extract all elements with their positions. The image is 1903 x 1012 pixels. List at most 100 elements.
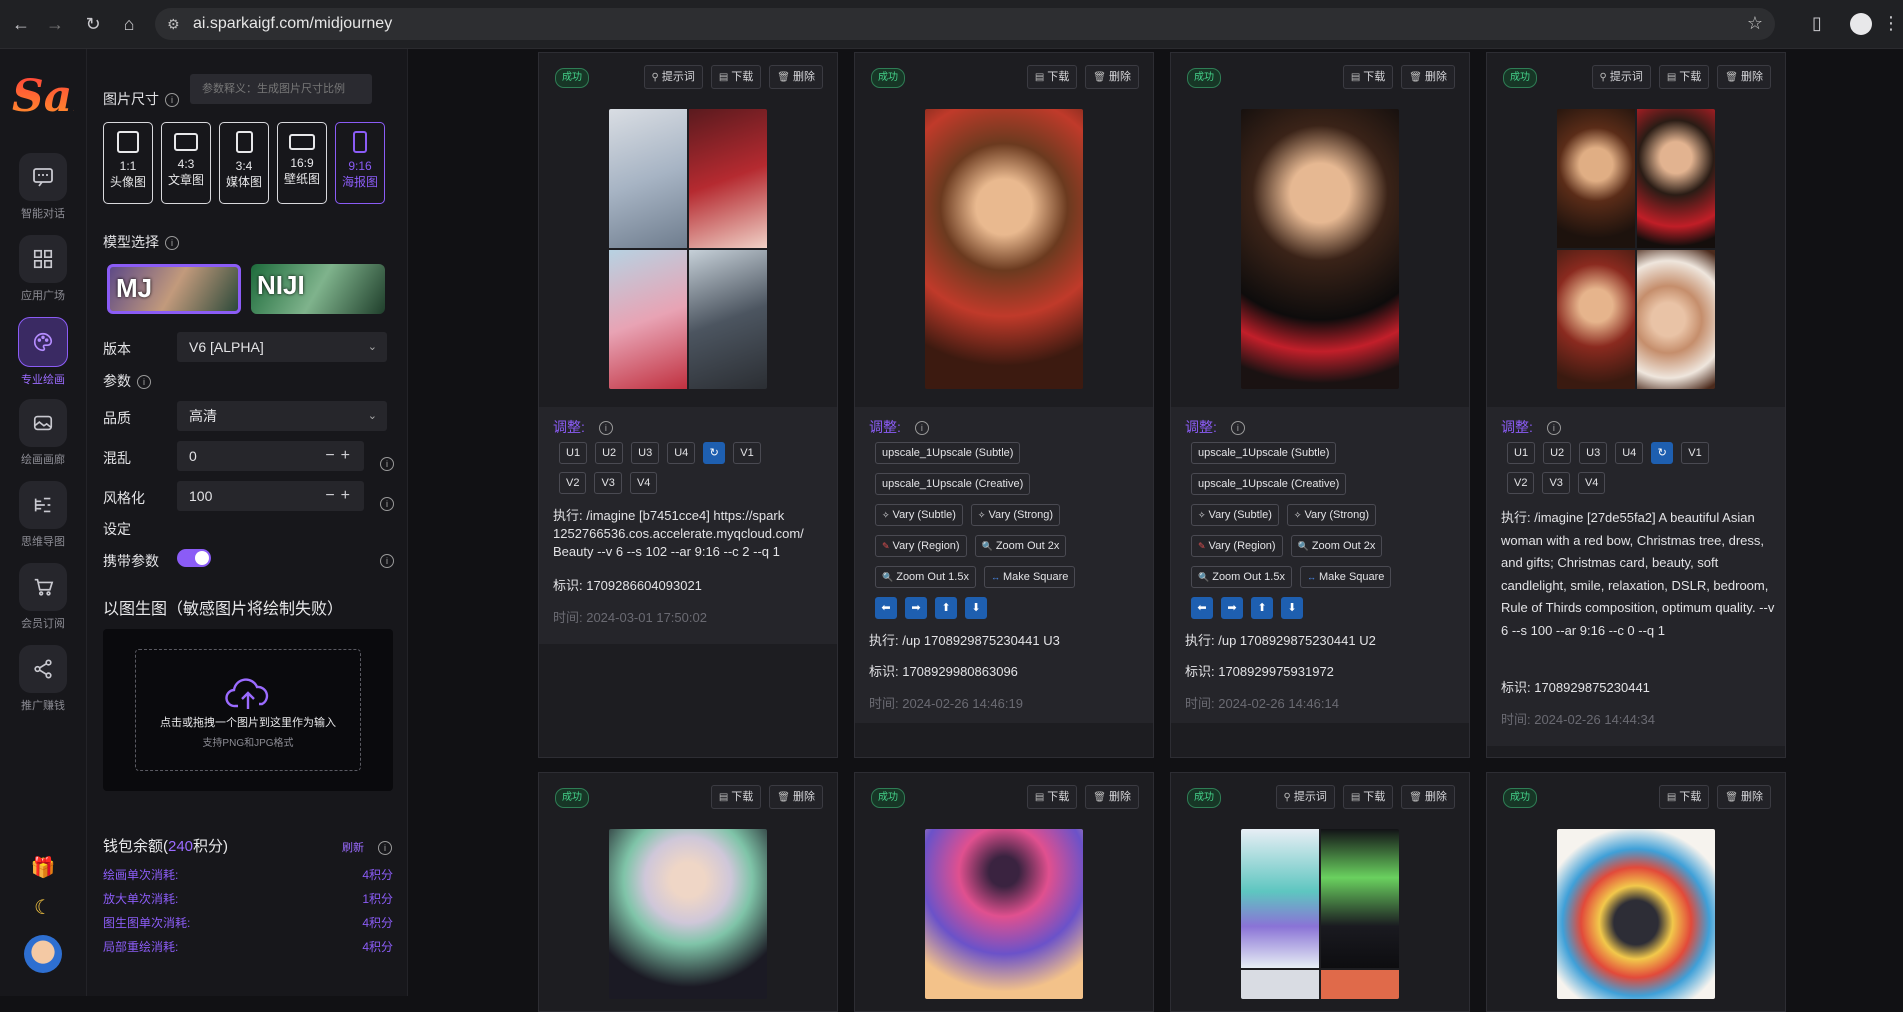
v3-button[interactable]: V3 [594,472,622,494]
info-icon[interactable]: i [380,497,394,511]
pan-up-icon[interactable]: ⬆ [1251,597,1273,619]
info-icon[interactable]: i [165,93,179,108]
u2-button[interactable]: U2 [595,442,624,464]
ratio-4-3[interactable]: 4:3 文章图 [161,122,211,204]
info-icon[interactable]: i [380,457,394,471]
vary-region-button[interactable]: ✎ Vary (Region) [1191,535,1283,557]
prompt-button[interactable]: ⚲ 提示词 [1591,65,1651,89]
generated-image[interactable] [609,829,767,999]
info-icon[interactable]: i [378,841,392,856]
zoom-1-5x-button[interactable]: 🔍 Zoom Out 1.5x [1191,566,1292,588]
v4-button[interactable]: V4 [629,472,658,494]
v2-button[interactable]: V2 [559,472,587,494]
ratio-3-4[interactable]: 3:4 媒体图 [219,122,269,204]
reroll-icon[interactable]: ↻ [703,442,726,464]
zoom-1-5x-button[interactable]: 🔍 Zoom Out 1.5x [875,566,976,588]
ratio-1-1[interactable]: 1:1 头像图 [103,122,153,204]
vary-subtle-button[interactable]: ✧ Vary (Subtle) [1191,504,1279,526]
vary-strong-button[interactable]: ✧ Vary (Strong) [970,504,1061,526]
generated-image[interactable] [1241,109,1399,389]
v1-button[interactable]: V1 [733,442,761,464]
u1-button[interactable]: U1 [559,442,588,464]
vary-region-button[interactable]: ✎ Vary (Region) [875,535,967,557]
pan-left-icon[interactable]: ⬅ [875,597,897,619]
back-icon[interactable]: ← [10,13,32,35]
refresh-label[interactable]: 刷新 [342,842,364,854]
u1-button[interactable]: U1 [1507,442,1536,464]
info-icon[interactable]: i [1546,421,1561,436]
upscale-creative-button[interactable]: upscale_1Upscale (Creative) [1191,473,1347,495]
delete-button[interactable]: 🗑 删除 [769,65,823,89]
chaos-input[interactable]: 0 −+ [177,441,364,471]
generated-image[interactable] [1557,829,1715,999]
v3-button[interactable]: V3 [1542,472,1570,494]
prompt-button[interactable]: ⚲ 提示词 [1275,785,1335,809]
make-square-button[interactable]: ↔ Make Square [1299,566,1392,588]
upload-dropzone[interactable]: 点击或拖拽一个图片到这里作为输入 支持PNG和JPG格式 [103,629,393,791]
v2-button[interactable]: V2 [1507,472,1535,494]
upscale-subtle-button[interactable]: upscale_1Upscale (Subtle) [875,442,1021,464]
generated-image[interactable] [925,109,1083,389]
ratio-9-16[interactable]: 9:16 海报图 [335,122,385,204]
menu-dots-icon[interactable]: ⋮ [1882,13,1900,34]
u3-button[interactable]: U3 [631,442,660,464]
zoom-2x-button[interactable]: 🔍 Zoom Out 2x [974,535,1067,557]
model-niji[interactable]: NIJI [251,264,385,314]
info-icon[interactable]: i [1230,421,1245,436]
download-button[interactable]: ▤ 下载 [1658,65,1710,89]
make-square-button[interactable]: ↔ Make Square [983,566,1076,588]
delete-button[interactable]: 🗑 删除 [1717,785,1771,809]
home-icon[interactable]: ⌂ [118,13,140,35]
pan-right-icon[interactable]: ➡ [905,597,927,619]
download-button[interactable]: ▤ 下载 [1658,785,1710,809]
vary-subtle-button[interactable]: ✧ Vary (Subtle) [875,504,963,526]
upscale-subtle-button[interactable]: upscale_1Upscale (Subtle) [1191,442,1337,464]
generated-image-grid[interactable] [1241,829,1399,999]
quality-select[interactable]: 高清 ⌄ [177,401,387,431]
prompt-button[interactable]: ⚲ 提示词 [643,65,703,89]
carry-params-toggle[interactable] [177,549,211,567]
nav-pro-drawing[interactable]: 专业绘画 [11,317,75,387]
nav-membership[interactable]: 会员订阅 [11,563,75,631]
sidepanel-icon[interactable]: ▯ [1812,13,1822,34]
download-button[interactable]: ▤ 下载 [1026,65,1078,89]
nav-apps[interactable]: 应用广场 [11,235,75,303]
refresh-link[interactable]: 刷新 i [342,839,392,856]
download-button[interactable]: ▤ 下载 [1342,785,1394,809]
u3-button[interactable]: U3 [1579,442,1608,464]
download-button[interactable]: ▤ 下载 [1342,65,1394,89]
download-button[interactable]: ▤ 下载 [710,785,762,809]
url-text[interactable]: ai.sparkaigf.com/midjourney [193,15,392,33]
version-select[interactable]: V6 [ALPHA] ⌄ [177,332,387,362]
site-settings-icon[interactable]: ⚙ [167,15,185,33]
info-icon[interactable]: i [165,236,179,251]
info-icon[interactable]: i [137,375,151,390]
pan-right-icon[interactable]: ➡ [1221,597,1243,619]
pan-left-icon[interactable]: ⬅ [1191,597,1213,619]
delete-button[interactable]: 🗑 删除 [1401,785,1455,809]
generated-image-grid[interactable] [1557,109,1715,389]
nav-gallery[interactable]: 绘画画廊 [11,399,75,467]
nav-chat[interactable]: 智能对话 [11,153,75,221]
v4-button[interactable]: V4 [1577,472,1606,494]
zoom-2x-button[interactable]: 🔍 Zoom Out 2x [1290,535,1383,557]
pan-up-icon[interactable]: ⬆ [935,597,957,619]
download-button[interactable]: ▤ 下载 [710,65,762,89]
gift-icon[interactable]: 🎁 [0,855,86,880]
nav-mindmap[interactable]: 思维导图 [11,481,75,549]
stepper-icon[interactable]: −+ [325,441,356,471]
pan-down-icon[interactable]: ⬇ [965,597,987,619]
generated-image[interactable] [925,829,1083,999]
moon-icon[interactable]: ☾ [0,895,86,920]
u4-button[interactable]: U4 [1615,442,1644,464]
u2-button[interactable]: U2 [1543,442,1572,464]
user-avatar[interactable] [0,935,86,973]
forward-icon[interactable]: → [44,13,66,35]
delete-button[interactable]: 🗑 删除 [1717,65,1771,89]
nav-promote[interactable]: 推广赚钱 [11,645,75,713]
reroll-icon[interactable]: ↻ [1651,442,1674,464]
pan-down-icon[interactable]: ⬇ [1281,597,1303,619]
profile-avatar[interactable] [1850,13,1872,35]
address-bar[interactable]: ⚙ ai.sparkaigf.com/midjourney ☆ [155,8,1775,40]
delete-button[interactable]: 🗑 删除 [769,785,823,809]
